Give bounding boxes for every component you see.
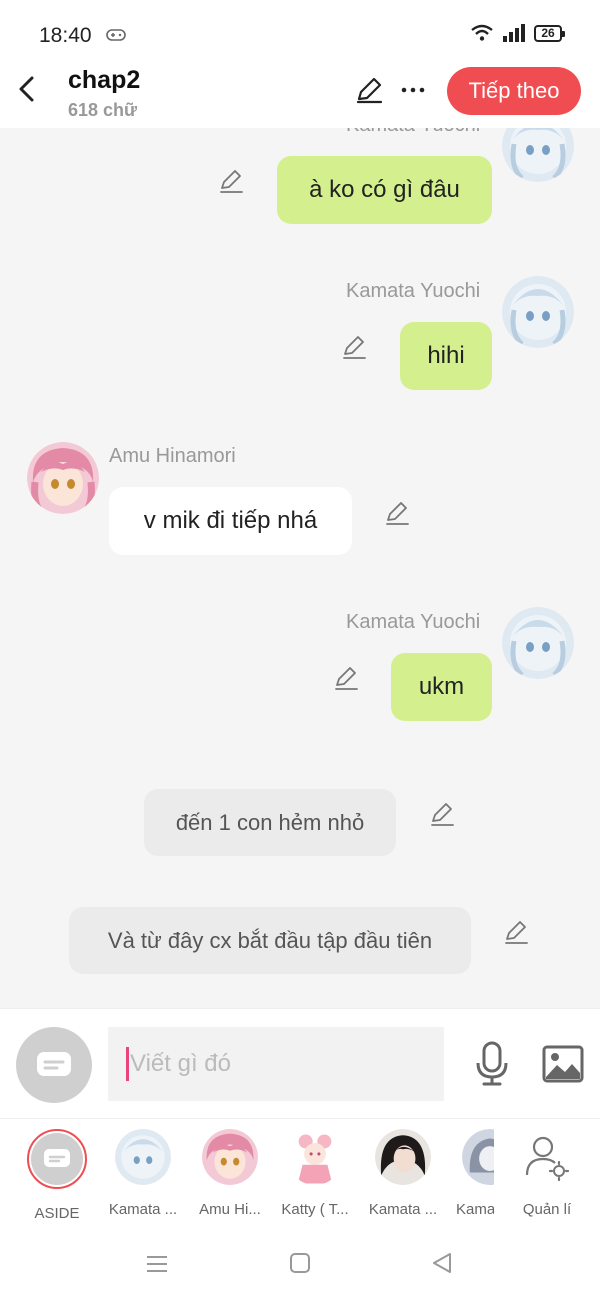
avatar-kamata[interactable]: [502, 276, 574, 348]
message-sender: Kamata Yuochi: [346, 611, 481, 633]
signal-icon: [503, 24, 525, 42]
edit-message-icon[interactable]: [218, 168, 244, 194]
kamata-portrait-icon: [502, 128, 574, 182]
character-label: Kamata ...: [108, 1201, 178, 1218]
character-avatar: [462, 1129, 494, 1185]
character-kamata-2[interactable]: Kamata ...: [363, 1129, 443, 1218]
manage-user-icon: [525, 1136, 570, 1182]
word-count: 618 chữ: [68, 100, 138, 120]
character-label: Katty ( T...: [281, 1201, 349, 1218]
battery-icon: 26: [534, 24, 565, 42]
aside-avatar: [27, 1129, 87, 1189]
aside-toggle-button[interactable]: [16, 1027, 92, 1103]
avatar-kamata[interactable]: [502, 607, 574, 679]
edit-message-icon[interactable]: [384, 500, 410, 526]
game-controller-icon: [106, 29, 126, 41]
character-strip: ASIDE Kamata ... Amu Hi... Katty (T... …: [0, 1118, 600, 1228]
recent-apps-icon[interactable]: [146, 1254, 168, 1274]
chapter-title: chap2: [68, 66, 141, 94]
status-time: 18:40: [39, 24, 92, 47]
character-label: Amu Hi...: [199, 1201, 261, 1218]
character-label: Kama: [456, 1201, 494, 1218]
next-button[interactable]: Tiếp theo: [447, 67, 581, 115]
character-kamata[interactable]: Kamata ...: [103, 1129, 183, 1218]
character-label: Kamata ...: [368, 1201, 438, 1218]
edit-message-icon[interactable]: [503, 919, 529, 945]
manage-label: Quản lí: [522, 1201, 572, 1218]
amu-portrait-icon: [27, 442, 99, 514]
character-katty[interactable]: Katty ( T...: [275, 1129, 355, 1218]
microphone-icon[interactable]: [474, 1041, 510, 1087]
nav-back-icon[interactable]: [430, 1251, 454, 1275]
status-bar: 18:40 26: [0, 0, 600, 62]
kamata-portrait-icon: [502, 276, 574, 348]
character-label: ASIDE: [34, 1205, 80, 1222]
message-bubble[interactable]: ukm: [391, 653, 492, 721]
kamata-portrait-icon: [502, 607, 574, 679]
message-sender: Kamata Yuochi: [346, 128, 480, 137]
text-cursor: [126, 1047, 129, 1081]
message-input[interactable]: [108, 1027, 444, 1101]
header: chap2 618 chữ Tiếp theo: [0, 62, 600, 128]
katty-portrait-icon: [287, 1129, 343, 1185]
edit-message-icon[interactable]: [341, 334, 367, 360]
character-avatar: [375, 1129, 431, 1185]
dark-hair-portrait-icon: [375, 1129, 431, 1185]
back-arrow-icon[interactable]: [14, 74, 40, 104]
system-nav-bar: [0, 1228, 600, 1300]
character-avatar: [115, 1129, 171, 1185]
avatar-kamata[interactable]: [502, 128, 574, 182]
character-amu[interactable]: Amu Hi...: [190, 1129, 270, 1218]
manage-characters-button[interactable]: Quản lí: [507, 1129, 587, 1218]
narration-bubble[interactable]: đến 1 con hẻm nhỏ: [144, 789, 396, 856]
character-avatar: [287, 1129, 343, 1185]
chat-bubble-icon: [44, 1149, 70, 1167]
edit-message-icon[interactable]: [429, 801, 455, 827]
chat-area[interactable]: Kamata Yuochi à ko có gì đâu Kamata Yuoc…: [0, 128, 600, 1008]
kamata-portrait-icon: [115, 1129, 171, 1185]
more-options-icon[interactable]: [400, 78, 426, 102]
kama-portrait-icon: [462, 1129, 494, 1185]
message-bubble[interactable]: v mik đi tiếp nhá: [109, 487, 352, 555]
character-kama[interactable]: Kama: [450, 1129, 494, 1218]
message-sender: Kamata Yuochi: [346, 280, 481, 302]
avatar-amu[interactable]: [27, 442, 99, 514]
image-icon[interactable]: [542, 1045, 584, 1083]
message-bubble[interactable]: hihi: [400, 322, 492, 390]
character-avatar: [202, 1129, 258, 1185]
wifi-icon: [471, 24, 493, 41]
home-icon[interactable]: [289, 1252, 311, 1274]
chat-bubble-icon: [37, 1052, 71, 1076]
message-sender: Amu Hinamori: [109, 445, 236, 467]
edit-pencil-icon[interactable]: [354, 75, 384, 105]
message-bubble[interactable]: à ko có gì đâu: [277, 156, 492, 224]
status-icons: 26: [470, 24, 565, 42]
character-aside[interactable]: ASIDE: [17, 1129, 97, 1222]
input-bar: [0, 1008, 600, 1118]
narration-bubble[interactable]: Và từ đây cx bắt đầu tập đầu tiên: [69, 907, 471, 974]
amu-portrait-icon: [202, 1129, 258, 1185]
edit-message-icon[interactable]: [333, 665, 359, 691]
